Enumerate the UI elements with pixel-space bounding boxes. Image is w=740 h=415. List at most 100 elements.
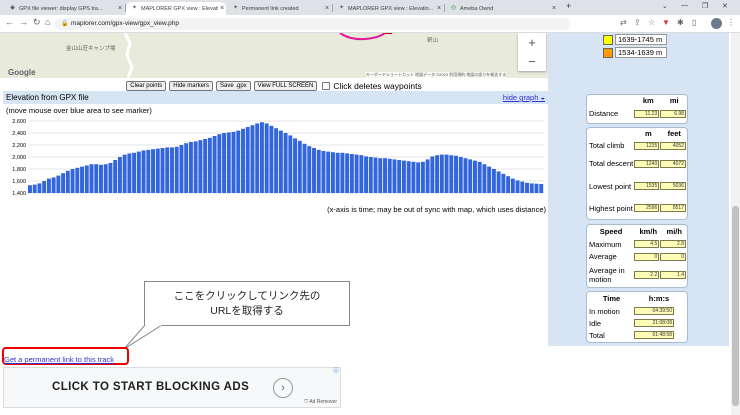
elevation-bar[interactable] bbox=[345, 153, 350, 193]
hide-markers-button[interactable]: Hide markers bbox=[169, 80, 213, 91]
elevation-bar[interactable] bbox=[359, 155, 364, 193]
close-tab-icon[interactable]: × bbox=[323, 5, 331, 12]
elevation-bar[interactable] bbox=[65, 170, 70, 193]
elevation-bar[interactable] bbox=[226, 132, 231, 193]
elevation-bar[interactable] bbox=[515, 180, 520, 193]
elevation-bar[interactable] bbox=[108, 163, 113, 193]
elevation-bar[interactable] bbox=[501, 173, 506, 193]
elevation-bar[interactable] bbox=[439, 154, 444, 193]
elevation-bar[interactable] bbox=[146, 149, 151, 193]
elevation-bar[interactable] bbox=[444, 154, 449, 193]
elevation-bar[interactable] bbox=[70, 169, 75, 193]
elevation-bar[interactable] bbox=[326, 151, 331, 193]
tab-gpx-viewer[interactable]: ◆ GPX file viewer: display GPS tra... × bbox=[4, 2, 124, 15]
clear-points-button[interactable]: Clear points bbox=[126, 80, 167, 91]
ad-banner[interactable]: ⓧ CLICK TO START BLOCKING ADS › ⛉ Ad Rem… bbox=[3, 367, 341, 408]
elevation-bar[interactable] bbox=[245, 127, 250, 193]
save-gpx-button[interactable]: Save .gpx bbox=[215, 80, 251, 91]
arrow-right-icon[interactable]: › bbox=[273, 378, 293, 398]
menu-kebab-icon[interactable]: ⋮ bbox=[727, 18, 735, 27]
zoom-in-button[interactable]: + bbox=[518, 33, 546, 52]
bookmark-star-icon[interactable]: ☆ bbox=[648, 18, 655, 27]
elevation-bar[interactable] bbox=[274, 128, 279, 193]
elevation-bar[interactable] bbox=[307, 146, 312, 193]
elevation-bar[interactable] bbox=[472, 160, 477, 193]
elevation-bar[interactable] bbox=[349, 154, 354, 193]
extensions-puzzle-icon[interactable]: ✱ bbox=[677, 18, 684, 27]
side-panel-icon[interactable]: ▯ bbox=[692, 18, 696, 27]
elevation-bar[interactable] bbox=[297, 140, 302, 193]
elevation-bar[interactable] bbox=[207, 137, 212, 193]
elevation-bar[interactable] bbox=[520, 181, 525, 193]
elevation-bar[interactable] bbox=[383, 158, 387, 193]
elevation-bar[interactable] bbox=[430, 156, 435, 193]
elevation-bar[interactable] bbox=[458, 157, 463, 193]
elevation-bar[interactable] bbox=[61, 173, 66, 193]
elevation-bar[interactable] bbox=[354, 154, 359, 193]
elevation-bar[interactable] bbox=[482, 164, 487, 193]
translate-icon[interactable]: ⇄ bbox=[620, 18, 627, 27]
elevation-bar[interactable] bbox=[122, 154, 127, 193]
map-attribution[interactable]: キーボードショートカット 地図データ ©2023 利用規約 地図の誤りを報告する bbox=[366, 72, 507, 78]
elevation-bar[interactable] bbox=[51, 177, 56, 193]
elevation-bar[interactable] bbox=[364, 156, 369, 193]
back-icon[interactable]: ← bbox=[5, 17, 14, 27]
elevation-bar[interactable] bbox=[217, 134, 222, 193]
elevation-bar[interactable] bbox=[103, 164, 108, 193]
elevation-bar[interactable] bbox=[113, 160, 118, 193]
elevation-bar[interactable] bbox=[506, 176, 511, 193]
elevation-bar[interactable] bbox=[255, 123, 260, 193]
tab-permanent-link[interactable]: ✦ Permanent link created × bbox=[227, 2, 331, 15]
elevation-bar[interactable] bbox=[529, 183, 534, 193]
elevation-bar[interactable] bbox=[174, 146, 179, 193]
elevation-bar[interactable] bbox=[151, 149, 156, 193]
elevation-bar[interactable] bbox=[302, 143, 307, 193]
elevation-bar[interactable] bbox=[179, 145, 184, 193]
hide-graph-link[interactable]: hide graph ◒ bbox=[503, 91, 545, 104]
permanent-link[interactable]: Get a permanent link to this track bbox=[4, 355, 114, 364]
close-tab-icon[interactable]: × bbox=[435, 5, 443, 12]
elevation-bar[interactable] bbox=[160, 148, 165, 193]
minimize-icon[interactable]: — bbox=[681, 2, 688, 9]
elevation-bar[interactable] bbox=[155, 148, 160, 193]
elevation-bar[interactable] bbox=[401, 160, 406, 193]
elevation-bar[interactable] bbox=[510, 178, 515, 193]
elevation-bar[interactable] bbox=[264, 123, 269, 193]
elevation-bar[interactable] bbox=[321, 151, 326, 193]
elevation-bar[interactable] bbox=[435, 155, 440, 193]
elevation-bar[interactable] bbox=[397, 160, 402, 193]
elevation-bar[interactable] bbox=[136, 151, 141, 193]
elevation-bar[interactable] bbox=[89, 164, 94, 193]
map-view[interactable]: 金山山荘キャンプ場 釈山 Google + − キーボードショートカット 地図デ… bbox=[0, 33, 548, 78]
elevation-bar[interactable] bbox=[32, 184, 37, 193]
close-window-icon[interactable]: ✕ bbox=[722, 2, 728, 10]
elevation-bar[interactable] bbox=[335, 152, 340, 193]
elevation-bar[interactable] bbox=[330, 152, 335, 193]
restore-icon[interactable]: ❐ bbox=[702, 2, 708, 10]
elevation-bar[interactable] bbox=[293, 138, 298, 193]
elevation-bar[interactable] bbox=[525, 182, 529, 193]
elevation-bar[interactable] bbox=[127, 153, 132, 193]
elevation-bar[interactable] bbox=[80, 166, 84, 193]
elevation-bar[interactable] bbox=[416, 162, 421, 193]
elevation-bar[interactable] bbox=[491, 169, 496, 193]
page-scrollbar[interactable] bbox=[731, 33, 740, 415]
elevation-bar[interactable] bbox=[534, 183, 539, 193]
elevation-bar[interactable] bbox=[387, 158, 392, 193]
elevation-bar[interactable] bbox=[283, 133, 288, 193]
elevation-bar[interactable] bbox=[56, 175, 61, 193]
elevation-bar[interactable] bbox=[449, 155, 454, 193]
elevation-bar[interactable] bbox=[42, 181, 47, 193]
elevation-bar[interactable] bbox=[28, 185, 32, 193]
elevation-bar[interactable] bbox=[250, 125, 255, 193]
elevation-bar[interactable] bbox=[312, 148, 316, 193]
tab-maplorer-elevation[interactable]: ✦ MAPLORER GPX view : Elevation... × bbox=[126, 2, 226, 15]
elevation-bar[interactable] bbox=[259, 122, 264, 193]
elevation-bar[interactable] bbox=[420, 161, 425, 193]
elevation-bar[interactable] bbox=[468, 159, 473, 193]
share-icon[interactable]: ⇪ bbox=[634, 18, 641, 27]
elevation-bar[interactable] bbox=[316, 149, 321, 193]
elevation-bar[interactable] bbox=[496, 171, 501, 193]
elevation-bar[interactable] bbox=[373, 157, 378, 193]
profile-avatar[interactable] bbox=[711, 18, 722, 29]
